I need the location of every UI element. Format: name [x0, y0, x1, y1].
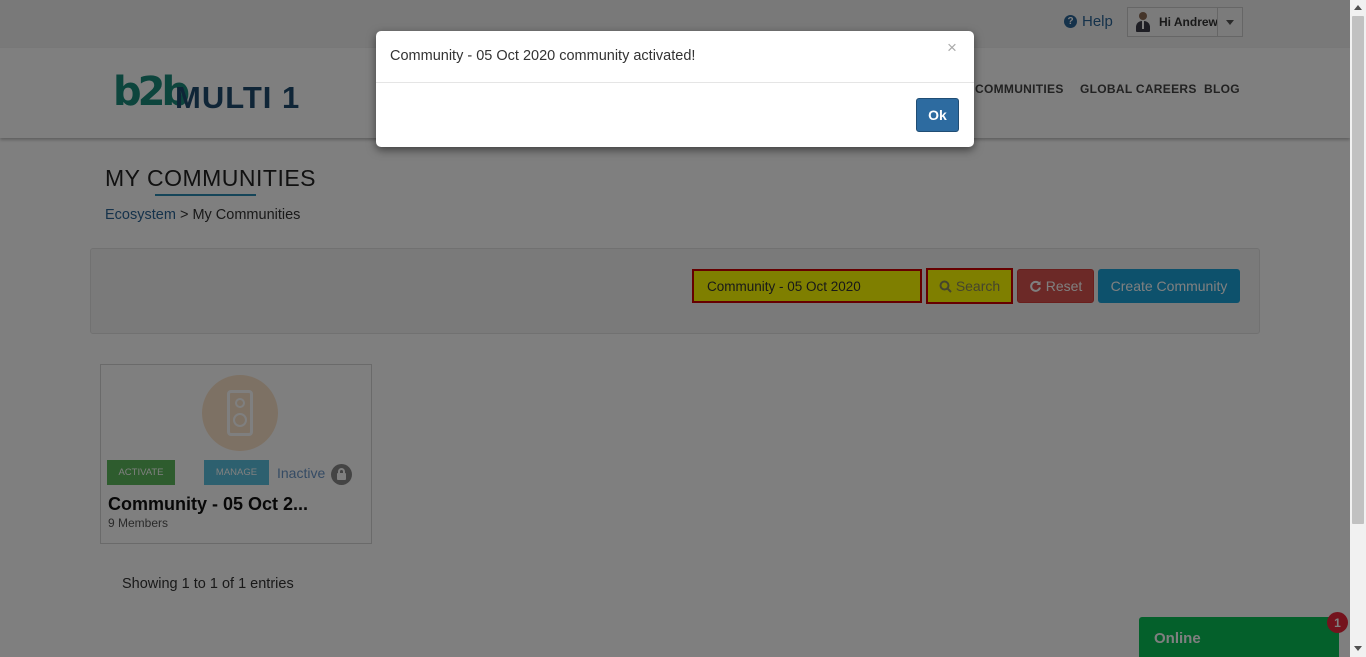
scrollbar[interactable] [1350, 0, 1366, 657]
dialog-message: Community - 05 Oct 2020 community activa… [390, 48, 696, 64]
dialog-divider [376, 82, 974, 83]
close-icon[interactable]: × [947, 38, 957, 58]
scroll-up-icon[interactable] [1354, 5, 1362, 10]
scroll-down-icon[interactable] [1354, 646, 1362, 651]
scrollbar-thumb[interactable] [1352, 16, 1364, 524]
ok-button[interactable]: Ok [916, 98, 959, 132]
alert-dialog: Community - 05 Oct 2020 community activa… [376, 31, 974, 147]
